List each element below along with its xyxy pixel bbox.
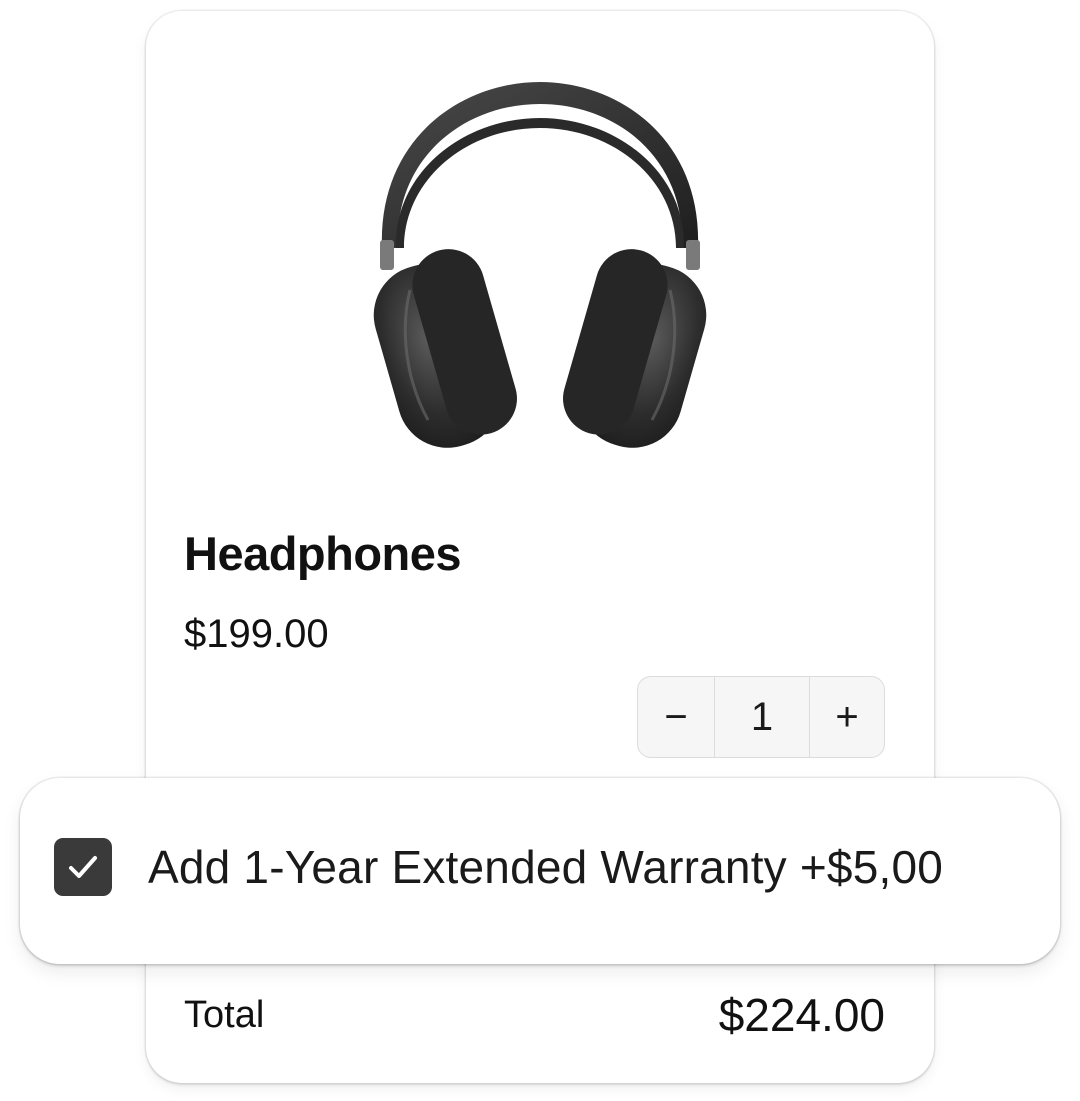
warranty-label[interactable]: Add 1-Year Extended Warranty +$5,00 bbox=[148, 840, 943, 894]
quantity-value[interactable]: 1 bbox=[715, 677, 810, 757]
decrement-button[interactable]: − bbox=[638, 677, 715, 757]
quantity-stepper[interactable]: − 1 + bbox=[637, 676, 885, 758]
product-price: $199.00 bbox=[184, 612, 329, 656]
total-label: Total bbox=[184, 994, 265, 1036]
headphones-icon bbox=[370, 80, 710, 450]
checkmark-icon bbox=[69, 856, 97, 878]
total-value: $224.00 bbox=[718, 989, 885, 1041]
product-name: Headphones bbox=[184, 527, 462, 580]
checkout-stage: Headphones $199.00 − 1 + Add 1-Year Exte… bbox=[0, 0, 1080, 1101]
warranty-checkbox[interactable] bbox=[54, 838, 112, 896]
increment-button[interactable]: + bbox=[810, 677, 884, 757]
